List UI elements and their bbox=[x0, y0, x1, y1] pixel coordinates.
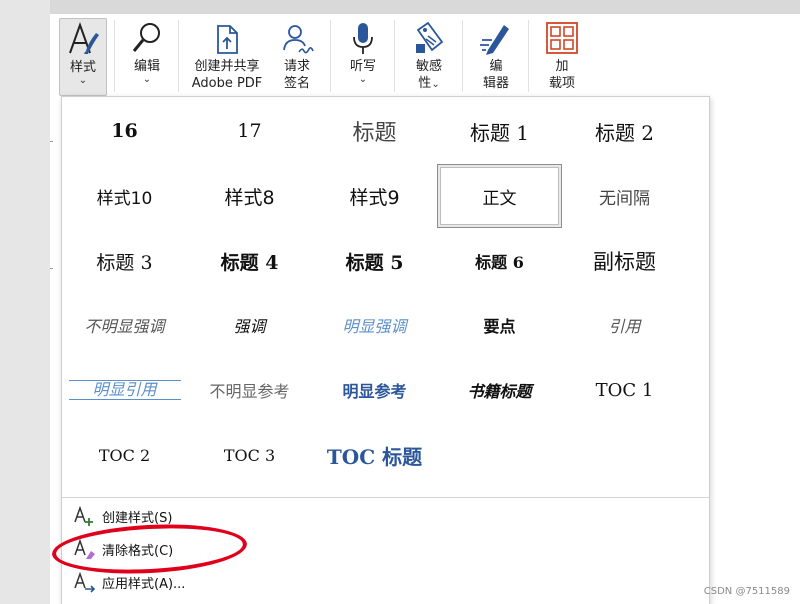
ribbon-separator bbox=[462, 20, 463, 92]
ruler-mark bbox=[50, 268, 53, 269]
style-heading-4[interactable]: 标题 4 bbox=[187, 229, 312, 293]
style-toc-heading[interactable]: TOC 标题 bbox=[312, 423, 437, 487]
adobe-label-line2: Adobe PDF bbox=[191, 76, 263, 91]
style-heading-2[interactable]: 标题 2 bbox=[562, 99, 687, 163]
editor-pen-icon bbox=[478, 18, 514, 56]
style-heading-1[interactable]: 标题 1 bbox=[437, 99, 562, 163]
chevron-down-icon: ⌄ bbox=[142, 74, 152, 85]
sensitivity-button[interactable]: 敏感 性⌄ bbox=[402, 18, 456, 96]
style-intense-quote-cell[interactable]: 明显引用 bbox=[62, 358, 187, 422]
ribbon-separator bbox=[114, 20, 115, 92]
apply-styles-icon bbox=[72, 570, 102, 594]
edit-label: 编辑 bbox=[133, 59, 160, 74]
ribbon-separator bbox=[394, 20, 395, 92]
styles-icon bbox=[66, 19, 100, 57]
ribbon-separator bbox=[178, 20, 179, 92]
pdf-share-icon bbox=[210, 18, 244, 56]
window-top-bar bbox=[0, 0, 800, 14]
styles-label: 样式 bbox=[69, 60, 96, 75]
ribbon-toolbar: 样式 ⌄ 编辑 ⌄ 创建并共享 Adobe PDF 请求 签名 听写 ⌄ 敏感 … bbox=[50, 14, 720, 96]
edit-button[interactable]: 编辑 ⌄ bbox=[122, 18, 172, 96]
style-toc-2[interactable]: TOC 2 bbox=[62, 423, 187, 487]
chevron-down-icon: ⌄ bbox=[431, 79, 440, 90]
style-heading-3[interactable]: 标题 3 bbox=[62, 229, 187, 293]
apply-styles-label: 应用样式(A)... bbox=[102, 576, 186, 592]
signature-icon bbox=[279, 18, 315, 56]
adobe-label-line1: 创建并共享 bbox=[194, 59, 260, 74]
chevron-down-icon: ⌄ bbox=[78, 75, 88, 86]
add-ins-grid-icon bbox=[545, 18, 579, 56]
style-toc-3[interactable]: TOC 3 bbox=[187, 423, 312, 487]
menu-divider bbox=[62, 497, 709, 498]
style-17[interactable]: 17 bbox=[187, 99, 312, 163]
create-share-adobe-pdf-button[interactable]: 创建并共享 Adobe PDF bbox=[184, 18, 270, 96]
style-16[interactable]: 16 bbox=[62, 99, 187, 163]
create-style-icon bbox=[72, 504, 102, 528]
ruler-mark bbox=[50, 141, 53, 142]
style-heading[interactable]: 标题 bbox=[312, 99, 437, 163]
dictate-button[interactable]: 听写 ⌄ bbox=[338, 18, 388, 96]
document-left-margin bbox=[0, 0, 50, 604]
add-ins-label-line2: 载项 bbox=[548, 76, 575, 91]
style-emphasis[interactable]: 强调 bbox=[187, 293, 312, 357]
style-no-spacing[interactable]: 无间隔 bbox=[562, 164, 687, 228]
style-9[interactable]: 样式9 bbox=[312, 164, 437, 228]
style-strong[interactable]: 要点 bbox=[437, 293, 562, 357]
create-style-label: 创建样式(S) bbox=[102, 510, 173, 526]
style-intense-reference[interactable]: 明显参考 bbox=[312, 358, 437, 422]
sensitivity-label-text: 性 bbox=[418, 76, 432, 91]
chevron-down-icon: ⌄ bbox=[358, 74, 368, 85]
style-intense-quote: 明显引用 bbox=[68, 380, 181, 400]
request-signature-button[interactable]: 请求 签名 bbox=[274, 18, 320, 96]
style-subtitle[interactable]: 副标题 bbox=[562, 229, 687, 293]
style-heading-5[interactable]: 标题 5 bbox=[312, 229, 437, 293]
watermark-text: CSDN @7511589 bbox=[703, 586, 790, 597]
style-8[interactable]: 样式8 bbox=[187, 164, 312, 228]
sensitivity-label-line2: 性⌄ bbox=[418, 75, 439, 92]
style-quote[interactable]: 引用 bbox=[562, 293, 687, 357]
editor-button[interactable]: 编 辑器 bbox=[470, 18, 522, 96]
sensitivity-label-line1: 敏感 bbox=[415, 59, 442, 74]
microphone-icon bbox=[348, 18, 378, 56]
style-10[interactable]: 样式10 bbox=[62, 164, 187, 228]
signature-label-line1: 请求 bbox=[283, 59, 310, 74]
style-heading-6[interactable]: 标题 6 bbox=[437, 229, 562, 293]
dictate-label: 听写 bbox=[349, 59, 376, 74]
style-subtle-reference[interactable]: 不明显参考 bbox=[187, 358, 312, 422]
styles-gallery: 16 17 标题 标题 1 标题 2 样式10 样式8 样式9 正文 无间隔 标… bbox=[62, 97, 709, 497]
sensitivity-tag-icon bbox=[412, 18, 446, 56]
editor-label-line1: 编 bbox=[489, 59, 503, 74]
signature-label-line2: 签名 bbox=[283, 76, 310, 91]
add-ins-button[interactable]: 加 载项 bbox=[536, 18, 588, 96]
add-ins-label-line1: 加 bbox=[555, 59, 569, 74]
ribbon-separator bbox=[330, 20, 331, 92]
style-normal[interactable]: 正文 bbox=[437, 164, 562, 228]
style-intense-emphasis[interactable]: 明显强调 bbox=[312, 293, 437, 357]
style-book-title[interactable]: 书籍标题 bbox=[437, 358, 562, 422]
editor-label-line2: 辑器 bbox=[482, 76, 509, 91]
ribbon-separator bbox=[528, 20, 529, 92]
styles-button[interactable]: 样式 ⌄ bbox=[59, 18, 107, 96]
style-subtle-emphasis[interactable]: 不明显强调 bbox=[62, 293, 187, 357]
search-icon bbox=[130, 18, 164, 56]
style-toc-1[interactable]: TOC 1 bbox=[562, 358, 687, 422]
